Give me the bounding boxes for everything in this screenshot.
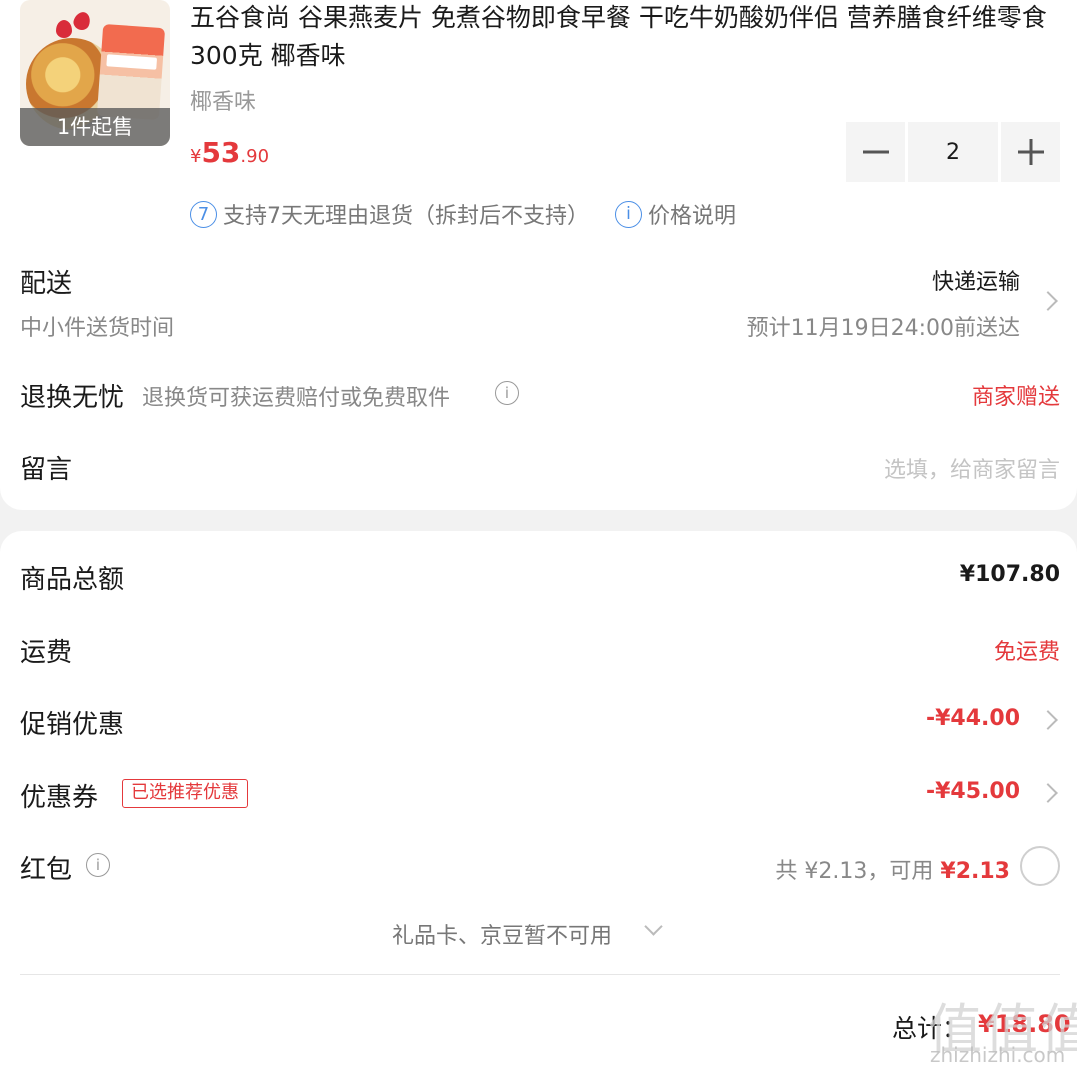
redpacket-available: ¥2.13: [940, 859, 1010, 884]
unavailable-note[interactable]: 礼品卡、京豆暂不可用: [392, 918, 612, 950]
price-note-link[interactable]: 价格说明: [648, 198, 736, 230]
returns-desc: 退换货可获运费赔付或免费取件: [142, 386, 451, 411]
returns-label: 退换无忧: [20, 383, 125, 413]
goods-total-value: ¥107.80: [959, 562, 1060, 587]
strawberry-icon: [56, 20, 72, 38]
redpacket-info-button[interactable]: i: [86, 853, 110, 877]
product-bag-graphic: [96, 23, 166, 121]
info-icon: i: [615, 200, 642, 228]
coupon-recommended-tag: 已选推荐优惠: [122, 779, 248, 808]
decrease-button[interactable]: [846, 122, 905, 182]
info-icon: i: [86, 853, 110, 877]
delivery-eta[interactable]: 预计11月19日24:00前送达: [747, 310, 1020, 342]
coupon-value[interactable]: -¥45.00: [926, 779, 1020, 804]
quantity-value[interactable]: 2: [908, 122, 998, 182]
promo-label: 促销优惠: [20, 710, 125, 740]
returns-value: 商家赠送: [971, 385, 1060, 410]
delivery-sub: 中小件送货时间: [20, 316, 175, 341]
message-input[interactable]: 选填，给商家留言: [884, 452, 1060, 484]
redpacket-summary: 共 ¥2.13，可用 ¥2.13: [775, 853, 1010, 885]
goods-total-label: 商品总额: [20, 565, 125, 595]
plus-icon: [1017, 139, 1044, 165]
order-item-card: 1件起售 五谷食尚 谷果燕麦片 免煮谷物即食早餐 干吃牛奶酸奶伴侣 营养膳食纤维…: [0, 0, 1077, 510]
bag-label-graphic: [106, 54, 158, 70]
seven-day-return-icon: 7: [190, 200, 217, 228]
returns-info-button[interactable]: i: [495, 381, 519, 405]
redpacket-radio[interactable]: [1020, 846, 1060, 886]
price-decimal: .90: [240, 146, 270, 167]
delivery-label: 配送: [20, 269, 73, 299]
min-order-badge: 1件起售: [20, 108, 170, 146]
quantity-stepper: 2: [846, 122, 1060, 182]
product-variant: 椰香味: [190, 90, 257, 115]
shipping-label: 运费: [20, 638, 73, 668]
service-info-row: 7 支持7天无理由退货（拆封后不支持） i 价格说明: [190, 198, 736, 230]
summary-divider: [20, 974, 1060, 975]
shipping-value: 免运费: [993, 640, 1060, 665]
product-image[interactable]: 1件起售: [20, 0, 170, 146]
watermark-url: zhizhizhi.com: [930, 1043, 1066, 1067]
redpacket-label: 红包: [20, 855, 73, 885]
price-integer: 53: [201, 136, 241, 169]
promo-value[interactable]: -¥44.00: [926, 706, 1020, 731]
strawberry-icon: [71, 9, 93, 33]
increase-button[interactable]: [1001, 122, 1060, 182]
return-policy-text[interactable]: 支持7天无理由退货（拆封后不支持）: [223, 198, 589, 230]
coupon-label: 优惠券: [20, 783, 99, 813]
product-price: ¥53.90: [190, 136, 269, 169]
product-title[interactable]: 五谷食尚 谷果燕麦片 免煮谷物即食早餐 干吃牛奶酸奶伴侣 营养膳食纤维零食 30…: [190, 0, 1060, 75]
price-currency: ¥: [190, 146, 202, 167]
chevron-right-icon[interactable]: [1038, 291, 1058, 311]
redpacket-total: 共 ¥2.13，可用: [775, 859, 934, 884]
delivery-method[interactable]: 快递运输: [932, 264, 1020, 296]
minus-icon: [862, 150, 889, 154]
message-label: 留言: [20, 455, 73, 485]
info-icon: i: [495, 381, 519, 405]
